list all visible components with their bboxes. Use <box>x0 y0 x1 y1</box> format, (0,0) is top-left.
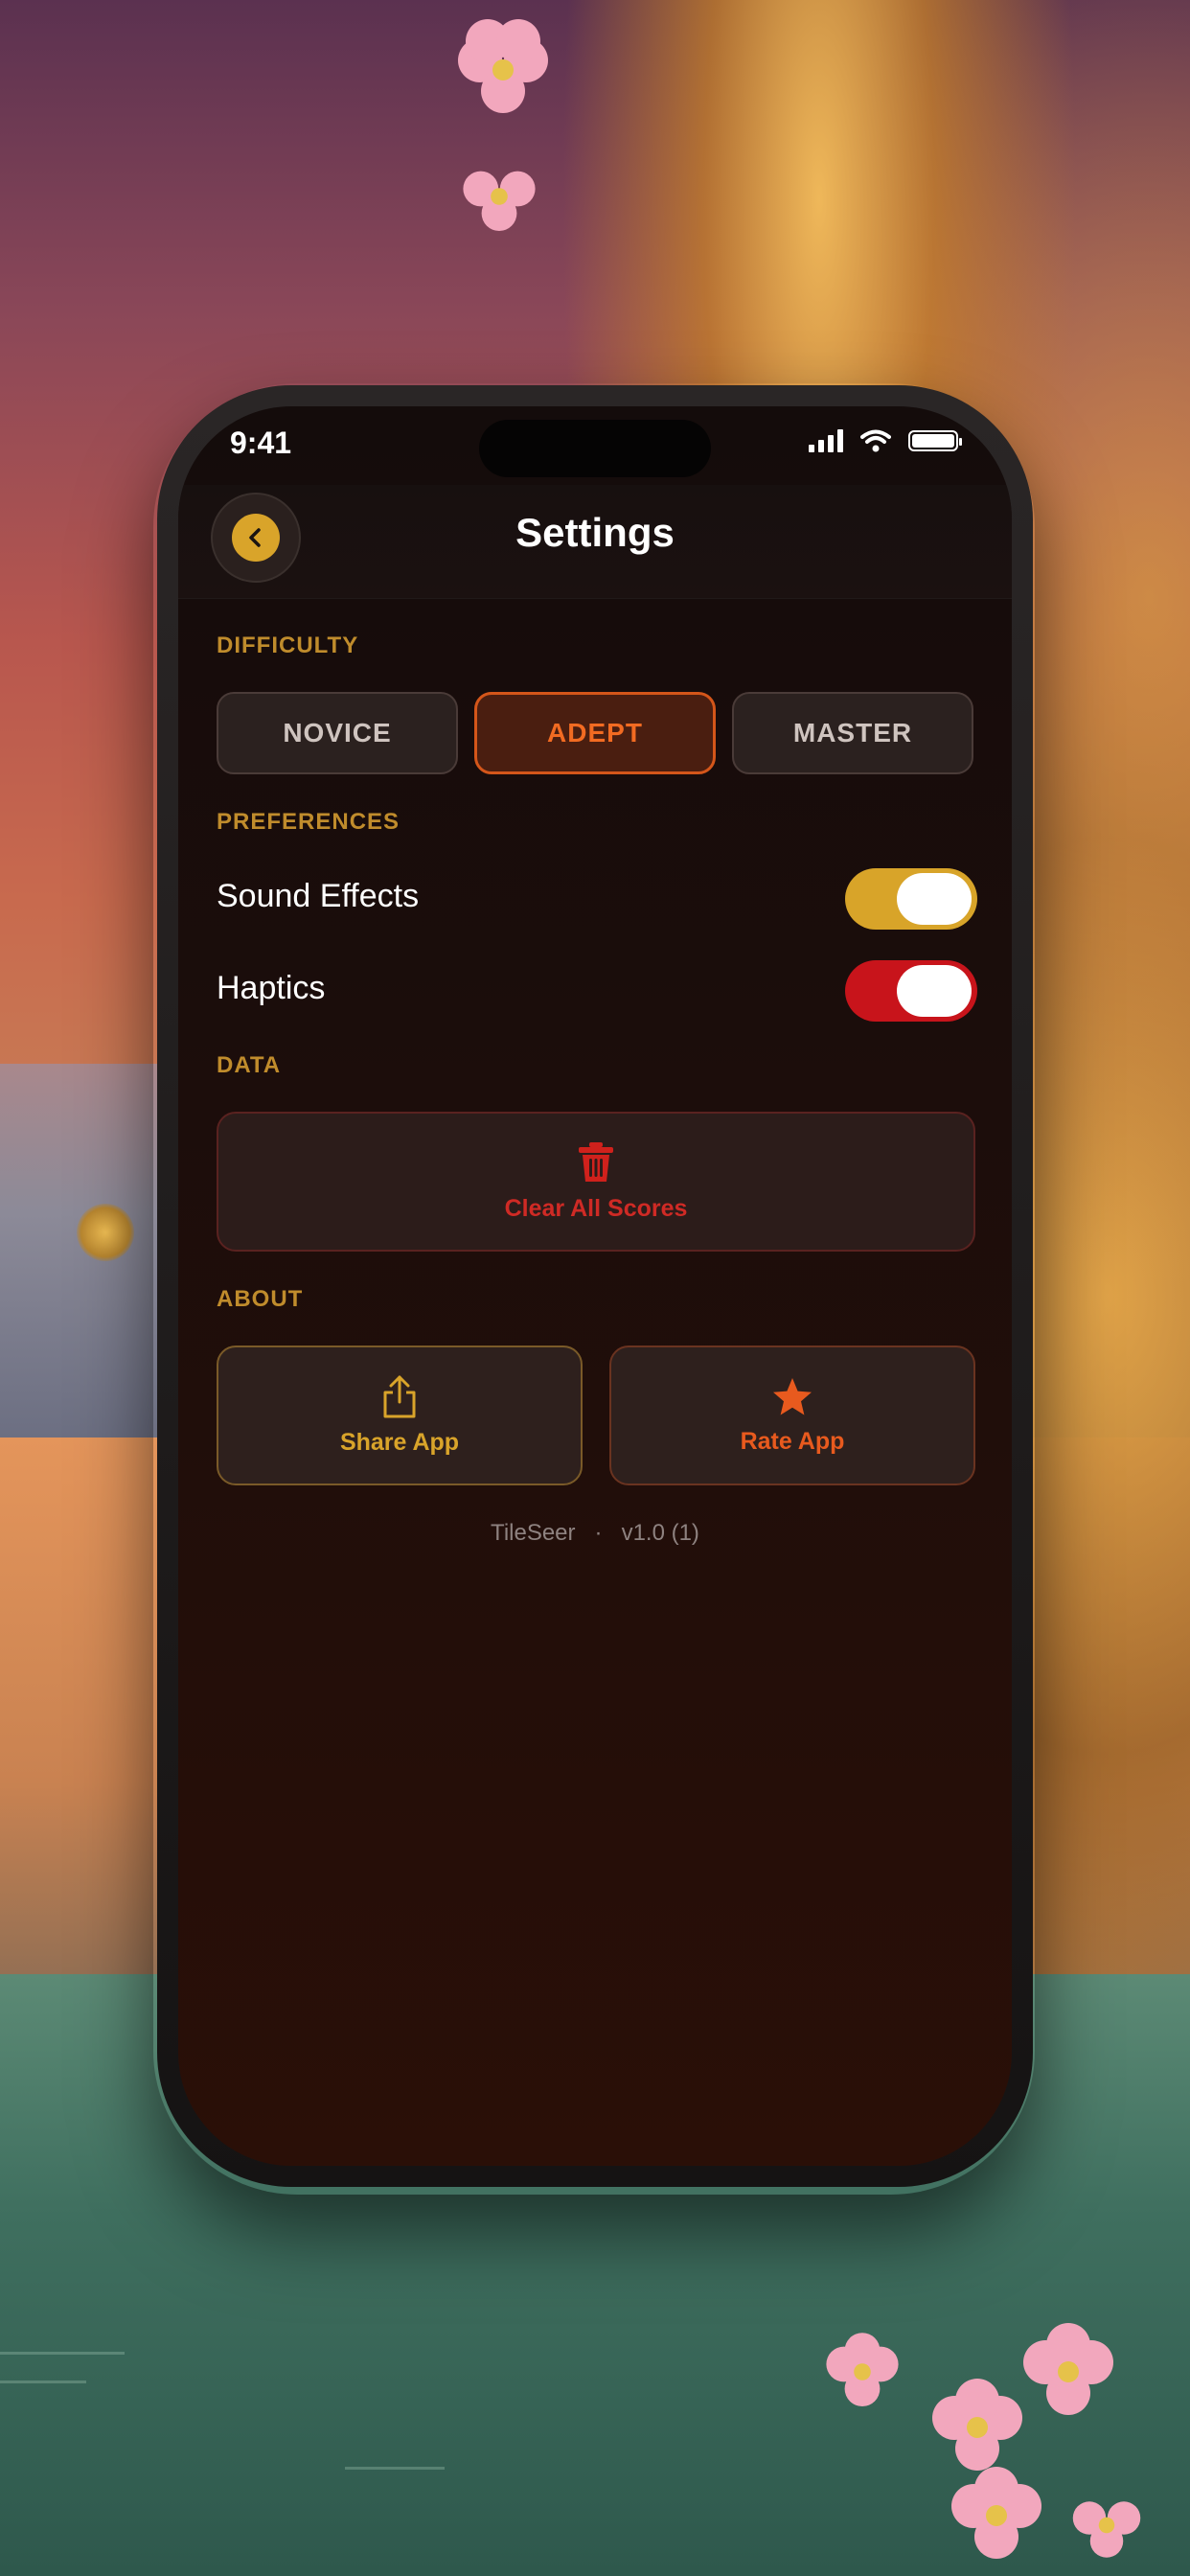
haptics-row: Haptics <box>217 956 977 1024</box>
toggle-knob <box>897 965 972 1017</box>
share-icon <box>383 1375 416 1417</box>
status-time: 9:41 <box>230 426 292 460</box>
trash-icon <box>579 1141 613 1182</box>
water-ripple <box>345 2467 445 2470</box>
page-title: Settings <box>515 510 675 555</box>
settings-screen: 9:41 Settings DIFFICULTY NOVICE ADEPT MA… <box>178 406 1012 2166</box>
blossom-decoration <box>820 2330 904 2414</box>
haptics-label: Haptics <box>217 970 326 1006</box>
section-label-difficulty: DIFFICULTY <box>217 632 359 658</box>
dynamic-island <box>479 420 711 477</box>
toggle-knob <box>897 873 972 925</box>
sound-effects-label: Sound Effects <box>217 878 420 914</box>
blossom-decoration <box>450 17 556 123</box>
share-app-button[interactable]: Share App <box>217 1346 583 1485</box>
water-ripple <box>0 2380 86 2383</box>
rate-app-label: Rate App <box>740 1427 845 1455</box>
footer-separator: · <box>594 1520 603 1546</box>
blossom-decoration <box>944 2463 1049 2568</box>
version-footer: TileSeer · v1.0 (1) <box>178 1520 1012 1547</box>
rate-app-button[interactable]: Rate App <box>609 1346 975 1485</box>
battery-icon <box>908 430 962 451</box>
status-icons <box>809 429 962 452</box>
section-label-preferences: PREFERENCES <box>217 809 400 835</box>
share-app-label: Share App <box>339 1428 460 1456</box>
difficulty-adept-button[interactable]: ADEPT <box>474 692 716 774</box>
water-ripple <box>0 2352 125 2355</box>
section-label-about: ABOUT <box>217 1286 304 1312</box>
app-version: v1.0 (1) <box>621 1520 699 1546</box>
blossom-decoration <box>457 154 541 239</box>
clear-all-scores-button[interactable]: Clear All Scores <box>217 1112 975 1252</box>
sound-effects-row: Sound Effects <box>217 864 977 932</box>
navigation-bar: Settings <box>178 485 1012 599</box>
wifi-icon <box>860 429 891 452</box>
difficulty-master-button[interactable]: MASTER <box>732 692 973 774</box>
cellular-signal-icon <box>809 429 843 452</box>
app-name: TileSeer <box>491 1520 576 1546</box>
difficulty-novice-button[interactable]: NOVICE <box>217 692 458 774</box>
lantern-light <box>77 1204 134 1261</box>
star-icon <box>773 1377 812 1414</box>
blossom-decoration <box>1016 2319 1121 2425</box>
haptics-toggle[interactable] <box>845 960 977 1022</box>
blossom-decoration <box>1067 2486 1147 2565</box>
sound-effects-toggle[interactable] <box>845 868 977 930</box>
section-label-data: DATA <box>217 1052 282 1078</box>
clear-all-scores-label: Clear All Scores <box>504 1194 688 1222</box>
